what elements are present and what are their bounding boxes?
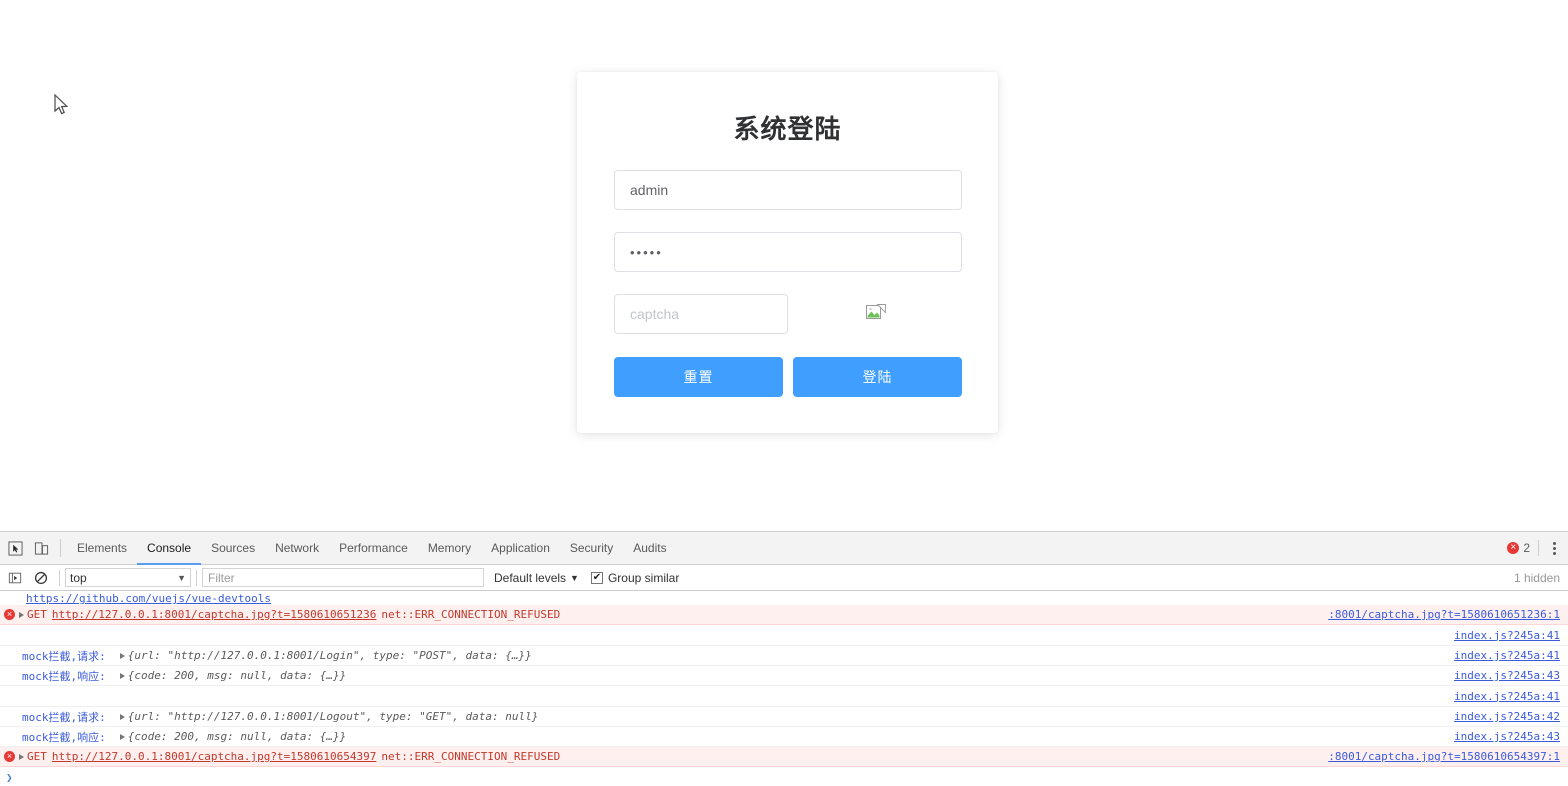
chevron-down-icon: ▼ [177,572,186,583]
request-url[interactable]: http://127.0.0.1:8001/captcha.jpg?t=1580… [52,750,377,763]
toolbar-divider [60,539,61,557]
expand-triangle-icon[interactable] [119,733,125,740]
clear-console-icon[interactable] [28,565,54,591]
log-body: {url: "http://127.0.0.1:8001/Logout", ty… [127,710,539,723]
execution-context-value: top [70,570,87,585]
password-input[interactable]: ••••• [614,232,962,272]
error-detail: net::ERR_CONNECTION_REFUSED [381,608,561,621]
console-row-error[interactable]: × GET http://127.0.0.1:8001/captcha.jpg?… [0,605,1568,625]
password-field-row: ••••• [614,232,962,272]
password-value: ••••• [630,244,663,260]
devtools-more-menu-icon[interactable] [1547,538,1562,559]
login-card: 系统登陆 admin ••••• captcha 重置 登陆 [577,72,998,433]
devtools-tab-list: Elements Console Sources Network Perform… [67,532,677,565]
log-label: mock拦截,请求: [22,710,106,724]
browser-viewport: 系统登陆 admin ••••• captcha 重置 登陆 [0,0,1568,531]
source-link[interactable]: index.js?245a:42 [1454,710,1560,723]
expand-triangle-icon[interactable] [119,652,125,659]
login-button[interactable]: 登陆 [793,357,962,397]
captcha-placeholder: captcha [630,306,680,322]
username-field-row: admin [614,170,962,210]
console-message-list[interactable]: https://github.com/vuejs/vue-devtools × … [0,591,1568,768]
username-input[interactable]: admin [614,170,962,210]
tab-audits[interactable]: Audits [623,532,676,565]
source-link[interactable]: index.js?245a:43 [1454,730,1560,743]
tab-memory[interactable]: Memory [418,532,481,565]
console-row-log[interactable]: mock拦截,响应: {code: 200, msg: null, data: … [0,666,1568,686]
tab-elements[interactable]: Elements [67,532,137,565]
source-link[interactable]: index.js?245a:41 [1454,690,1560,703]
log-label: mock拦截,请求: [22,649,106,663]
checkbox-icon: ✔ [590,571,603,584]
console-row-link: https://github.com/vuejs/vue-devtools [0,591,1568,605]
tab-sources[interactable]: Sources [201,532,265,565]
console-filterbar: top ▼ Filter Default levels ▼ ✔ Group si… [0,565,1568,591]
log-body: {code: 200, msg: null, data: {…}} [127,730,347,743]
request-url[interactable]: http://127.0.0.1:8001/captcha.jpg?t=1580… [52,608,377,621]
error-dot-icon: × [1507,542,1520,554]
expand-triangle-icon[interactable] [119,672,125,679]
console-sidebar-toggle-icon[interactable] [2,565,28,591]
request-method: GET [27,750,47,763]
prompt-caret-icon: ❯ [6,770,13,784]
console-row-log[interactable]: mock拦截,请求: {url: "http://127.0.0.1:8001/… [0,707,1568,727]
console-row-log[interactable]: mock拦截,请求: {url: "http://127.0.0.1:8001/… [0,646,1568,666]
console-row-error[interactable]: × GET http://127.0.0.1:8001/captcha.jpg?… [0,747,1568,767]
log-label: mock拦截,响应: [22,669,106,683]
tab-performance[interactable]: Performance [329,532,418,565]
source-link[interactable]: :8001/captcha.jpg?t=1580610654397:1 [1328,750,1560,763]
page-title: 系统登陆 [733,114,842,144]
reset-button[interactable]: 重置 [614,357,783,397]
filterbar-divider-1 [59,569,60,586]
chevron-down-icon-levels: ▼ [570,572,579,583]
captcha-field-row: captcha [614,294,962,334]
device-toolbar-icon[interactable] [28,535,54,561]
execution-context-select[interactable]: top ▼ [65,568,191,587]
source-link[interactable]: index.js?245a:41 [1454,629,1560,642]
console-filter-placeholder: Filter [208,570,235,585]
tab-security[interactable]: Security [560,532,623,565]
group-similar-label: Group similar [607,570,680,585]
group-similar-toggle[interactable]: ✔ Group similar [590,570,680,585]
captcha-input[interactable]: captcha [614,294,788,334]
error-count-label: 2 [1523,541,1530,555]
expand-triangle-icon[interactable] [19,611,24,618]
broken-image-icon [866,304,886,319]
tab-console[interactable]: Console [137,532,202,565]
log-body: {code: 200, msg: null, data: {…}} [127,669,347,682]
expand-triangle-icon[interactable] [19,753,24,760]
log-levels-label: Default levels [494,570,567,585]
devtools-tabbar: Elements Console Sources Network Perform… [0,532,1568,565]
console-row-blank[interactable]: index.js?245a:41 [0,686,1568,707]
expand-triangle-icon[interactable] [119,713,125,720]
console-row-blank[interactable]: index.js?245a:41 [0,625,1568,646]
login-actions: 重置 登陆 [614,357,962,397]
tabbar-separator [1538,540,1539,556]
inspect-element-icon[interactable] [2,535,28,561]
filterbar-divider-2 [196,569,197,586]
log-label: mock拦截,响应: [22,730,106,744]
tab-network[interactable]: Network [265,532,329,565]
request-method: GET [27,608,47,621]
hidden-messages-count: 1 hidden [1513,570,1560,585]
console-filter-input[interactable]: Filter [202,568,484,587]
tab-application[interactable]: Application [481,532,560,565]
devtools-tabbar-right: × 2 [1507,532,1568,565]
source-link[interactable]: :8001/captcha.jpg?t=1580610651236:1 [1328,608,1560,621]
source-link[interactable]: index.js?245a:43 [1454,669,1560,682]
log-levels-select[interactable]: Default levels ▼ [494,571,579,585]
captcha-image[interactable] [864,302,888,326]
source-link[interactable]: index.js?245a:41 [1454,649,1560,662]
console-input-prompt[interactable]: ❯ [0,768,1568,786]
console-row-log[interactable]: mock拦截,响应: {code: 200, msg: null, data: … [0,727,1568,747]
vue-devtools-link[interactable]: https://github.com/vuejs/vue-devtools [26,592,271,605]
log-body: {url: "http://127.0.0.1:8001/Login", typ… [127,649,532,662]
error-count-badge[interactable]: × 2 [1507,541,1530,555]
mouse-cursor [54,94,69,115]
username-value: admin [630,182,669,198]
error-icon: × [4,609,15,620]
devtools-panel: Elements Console Sources Network Perform… [0,531,1568,786]
error-detail: net::ERR_CONNECTION_REFUSED [381,750,561,763]
error-icon: × [4,751,15,762]
